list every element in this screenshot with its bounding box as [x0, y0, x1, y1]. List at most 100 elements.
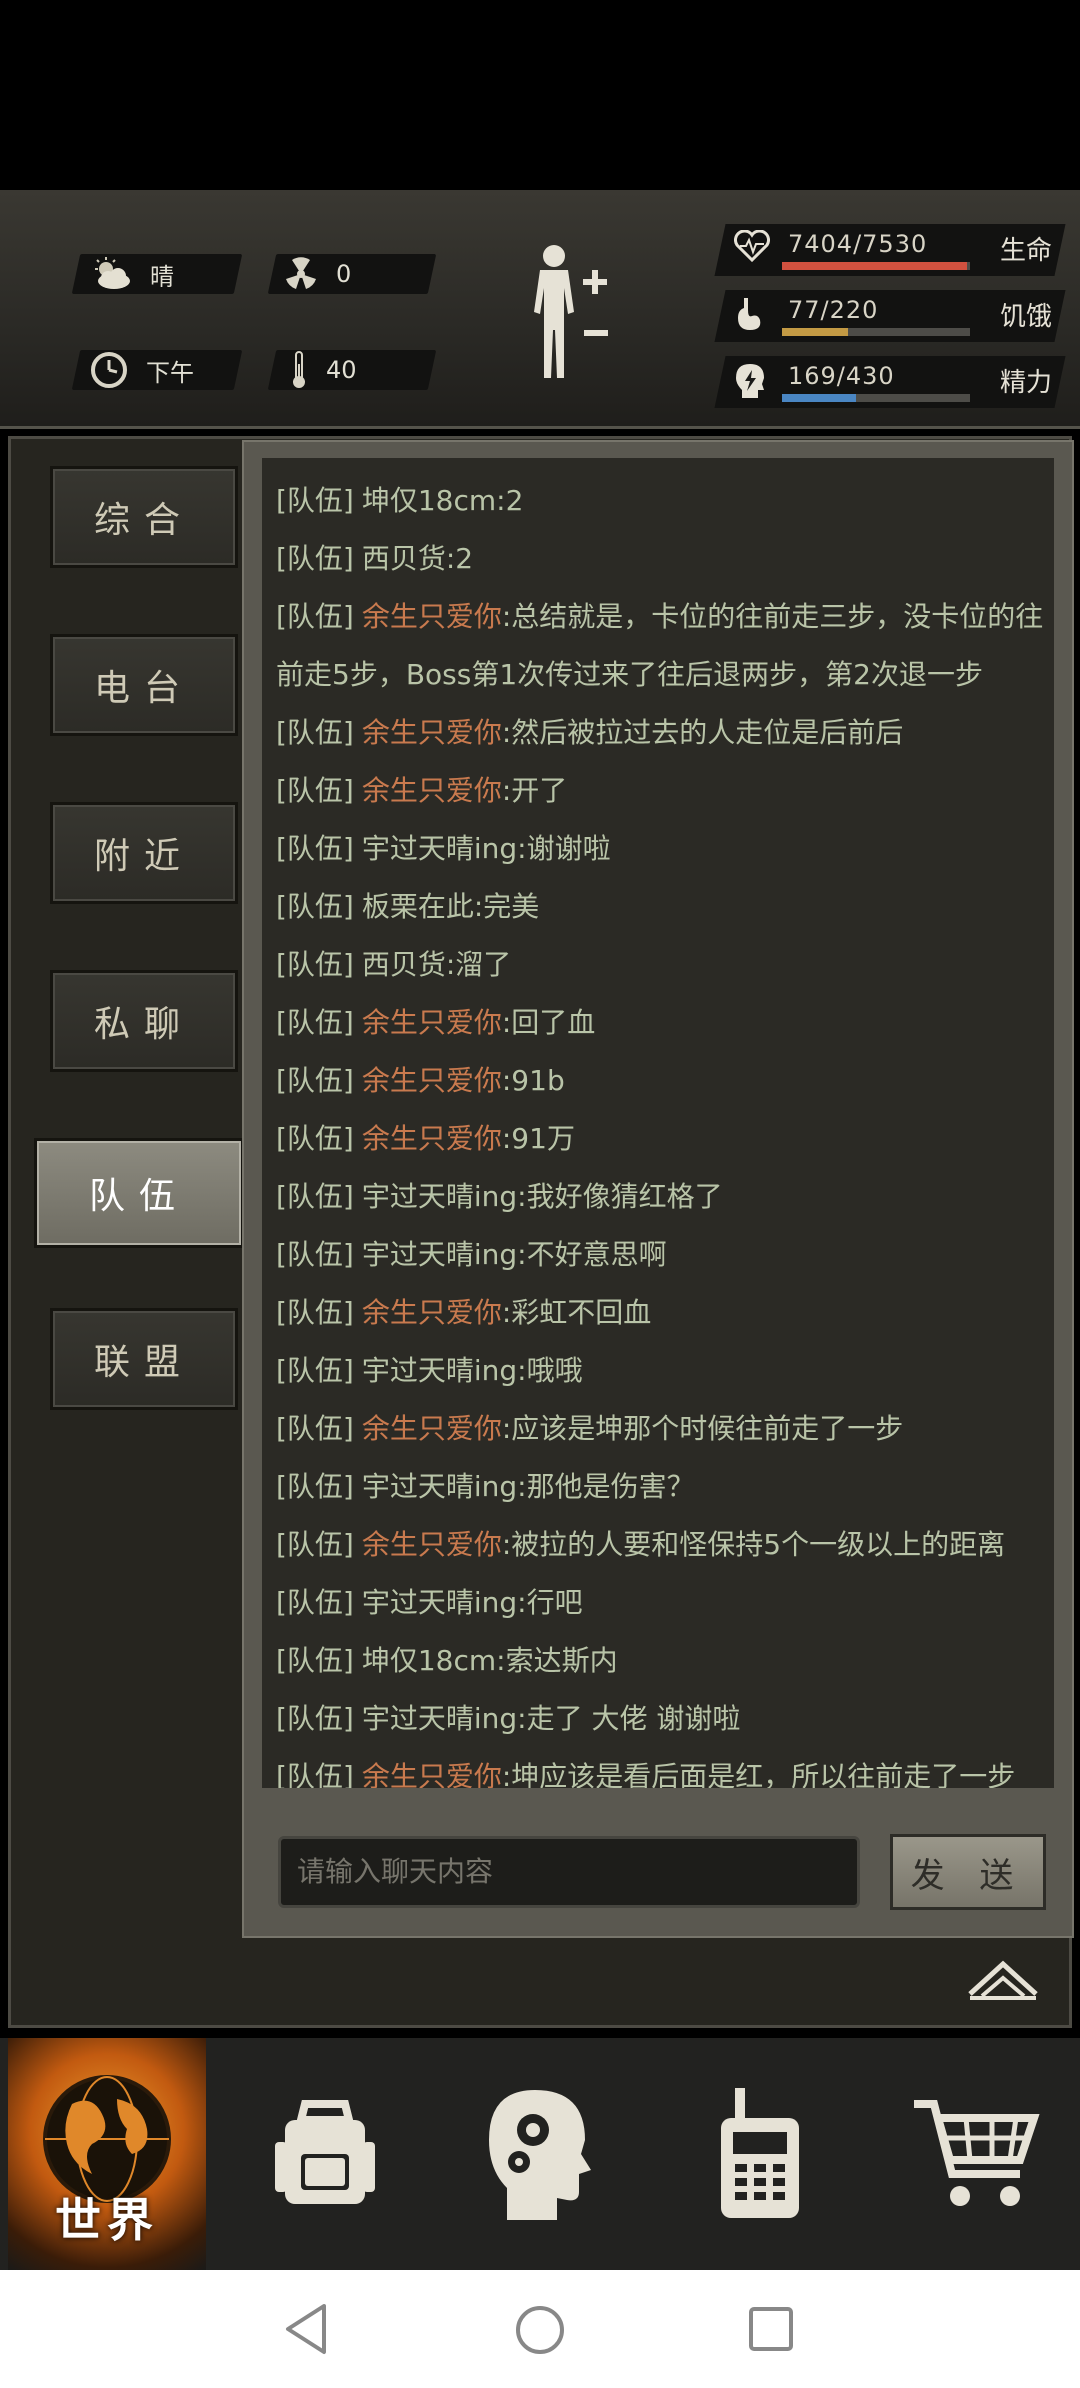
channel-tag: [队伍] — [276, 1122, 354, 1155]
back-icon — [286, 2304, 326, 2354]
system-navigation-bar — [0, 2270, 1080, 2388]
nav-radio[interactable] — [650, 2038, 870, 2270]
bottom-navigation: 世界 — [0, 2038, 1080, 2270]
tab-team[interactable]: 队伍 — [34, 1138, 244, 1248]
channel-tag: [队伍] — [276, 542, 354, 575]
chat-message: [队伍] 余生只爱你:开了 — [276, 762, 1046, 820]
channel-tag: [队伍] — [276, 1760, 354, 1788]
sender-name[interactable]: 余生只爱你 — [362, 1064, 502, 1097]
health-value: 7404/7530 — [788, 230, 928, 258]
chat-message: [队伍] 宇过天晴ing:我好像猜红格了 — [276, 1168, 1046, 1226]
body-status-button[interactable] — [520, 242, 630, 382]
stomach-icon — [738, 298, 761, 330]
channel-tag: [队伍] — [276, 1470, 354, 1503]
sender-name[interactable]: 宇过天晴ing — [362, 1702, 517, 1735]
clock-icon — [91, 352, 127, 388]
send-button[interactable]: 发 送 — [890, 1834, 1046, 1910]
chevron-up-icon — [968, 1960, 1038, 2000]
channel-tag: [队伍] — [276, 1006, 354, 1039]
channel-tag: [队伍] — [276, 1528, 354, 1561]
collapse-button[interactable] — [966, 1956, 1040, 2002]
sender-name[interactable]: 板栗在此 — [362, 890, 474, 923]
message-text: :溜了 — [445, 948, 512, 981]
skills-head-icon — [489, 2090, 591, 2220]
channel-tag: [队伍] — [276, 890, 354, 923]
sender-name[interactable]: 余生只爱你 — [362, 1412, 502, 1445]
hunger-stat: 77/220 饥饿 — [720, 290, 1060, 342]
channel-tag: [队伍] — [276, 1702, 354, 1735]
sender-name[interactable]: 余生只爱你 — [362, 1122, 502, 1155]
channel-tag: [队伍] — [276, 1180, 354, 1213]
hunger-bar — [782, 328, 970, 336]
health-stat: 7404/7530 生命 — [720, 224, 1060, 276]
home-button[interactable] — [514, 2304, 566, 2356]
sender-name[interactable]: 余生只爱你 — [362, 1006, 502, 1039]
sender-name[interactable]: 余生只爱你 — [362, 774, 502, 807]
nav-skills[interactable] — [430, 2038, 650, 2270]
tab-alliance[interactable]: 联盟 — [50, 1308, 238, 1410]
sender-name[interactable]: 余生只爱你 — [362, 1296, 502, 1329]
chat-message: [队伍] 余生只爱你:应该是坤那个时候往前走了一步 — [276, 1400, 1046, 1458]
message-text: :完美 — [473, 890, 540, 923]
nav-backpack[interactable] — [220, 2038, 430, 2270]
sender-name[interactable]: 坤仅18cm — [362, 1644, 496, 1677]
nav-shop[interactable] — [870, 2038, 1080, 2270]
sender-name[interactable]: 宇过天晴ing — [362, 1238, 517, 1271]
tab-radio[interactable]: 电台 — [50, 634, 238, 736]
radiation-icon — [286, 257, 316, 289]
chat-message: [队伍] 余生只爱你:91万 — [276, 1110, 1046, 1168]
weather-sunny-cloud-icon — [95, 257, 130, 289]
chat-message: [队伍] 余生只爱你:坤应该是看后面是红，所以往前走了一步 — [276, 1748, 1046, 1788]
message-text: :91万 — [501, 1122, 575, 1155]
sender-name[interactable]: 宇过天晴ing — [362, 1470, 517, 1503]
channel-tag: [队伍] — [276, 600, 354, 633]
chat-message: [队伍] 宇过天晴ing:行吧 — [276, 1574, 1046, 1632]
message-text: :哦哦 — [517, 1354, 583, 1387]
tab-private[interactable]: 私聊 — [50, 970, 238, 1072]
message-text: :我好像猜红格了 — [517, 1180, 723, 1213]
chat-message: [队伍] 宇过天晴ing:谢谢啦 — [276, 820, 1046, 878]
sender-name[interactable]: 余生只爱你 — [362, 600, 502, 633]
walkie-talkie-icon — [721, 2088, 799, 2218]
sender-name[interactable]: 西贝货 — [362, 542, 446, 575]
sender-name[interactable]: 宇过天晴ing — [362, 832, 517, 865]
hunger-label: 饥饿 — [999, 302, 1052, 332]
sender-name[interactable]: 宇过天晴ing — [362, 1180, 517, 1213]
sender-name[interactable]: 余生只爱你 — [362, 1528, 502, 1561]
recents-icon — [749, 2307, 793, 2351]
chat-message: [队伍] 余生只爱你:回了血 — [276, 994, 1046, 1052]
channel-tag: [队伍] — [276, 774, 354, 807]
body-figure-icon — [534, 245, 608, 378]
radiation-value: 0 — [336, 260, 352, 288]
radiation-indicator: 0 — [284, 254, 351, 294]
temperature-indicator: 40 — [290, 350, 357, 390]
energy-bar — [782, 394, 970, 402]
sender-name[interactable]: 西贝货 — [362, 948, 446, 981]
chat-input[interactable]: 请输入聊天内容 — [278, 1836, 860, 1908]
message-text: :坤应该是看后面是红，所以往前走了一步 — [501, 1760, 1016, 1788]
sender-name[interactable]: 余生只爱你 — [362, 1760, 502, 1788]
time-indicator: 下午 — [90, 350, 194, 390]
chat-message: [队伍] 余生只爱你:91b — [276, 1052, 1046, 1110]
health-bar — [782, 262, 970, 270]
channel-tag: [队伍] — [276, 1412, 354, 1445]
nav-world[interactable]: 世界 — [8, 2038, 206, 2270]
tab-nearby[interactable]: 附近 — [50, 802, 238, 904]
chat-message: [队伍] 余生只爱你:总结就是，卡位的往前走三步，没卡位的往前走5步，Boss第1… — [276, 588, 1046, 704]
tab-general[interactable]: 综合 — [50, 466, 238, 568]
recents-button[interactable] — [748, 2306, 794, 2352]
tab-label: 联盟 — [93, 1342, 194, 1383]
sender-name[interactable]: 坤仅18cm — [362, 484, 496, 517]
back-button[interactable] — [282, 2302, 330, 2356]
message-text: :谢谢啦 — [517, 832, 611, 865]
sender-name[interactable]: 余生只爱你 — [362, 716, 502, 749]
sender-name[interactable]: 宇过天晴ing — [362, 1354, 517, 1387]
message-text: :不好意思啊 — [517, 1238, 667, 1271]
temperature-value: 40 — [326, 356, 357, 384]
message-text: :应该是坤那个时候往前走了一步 — [501, 1412, 904, 1445]
chat-message-list[interactable]: [队伍] 坤仅18cm:2 [队伍] 西贝货:2 [队伍] 余生只爱你:总结就是，卡位的往… — [262, 458, 1054, 1788]
chat-message: [队伍] 坤仅18cm:索达斯内 — [276, 1632, 1046, 1690]
chat-message: [队伍] 西贝货:溜了 — [276, 936, 1046, 994]
sender-name[interactable]: 宇过天晴ing — [362, 1586, 517, 1619]
tab-label: 附近 — [93, 836, 194, 877]
